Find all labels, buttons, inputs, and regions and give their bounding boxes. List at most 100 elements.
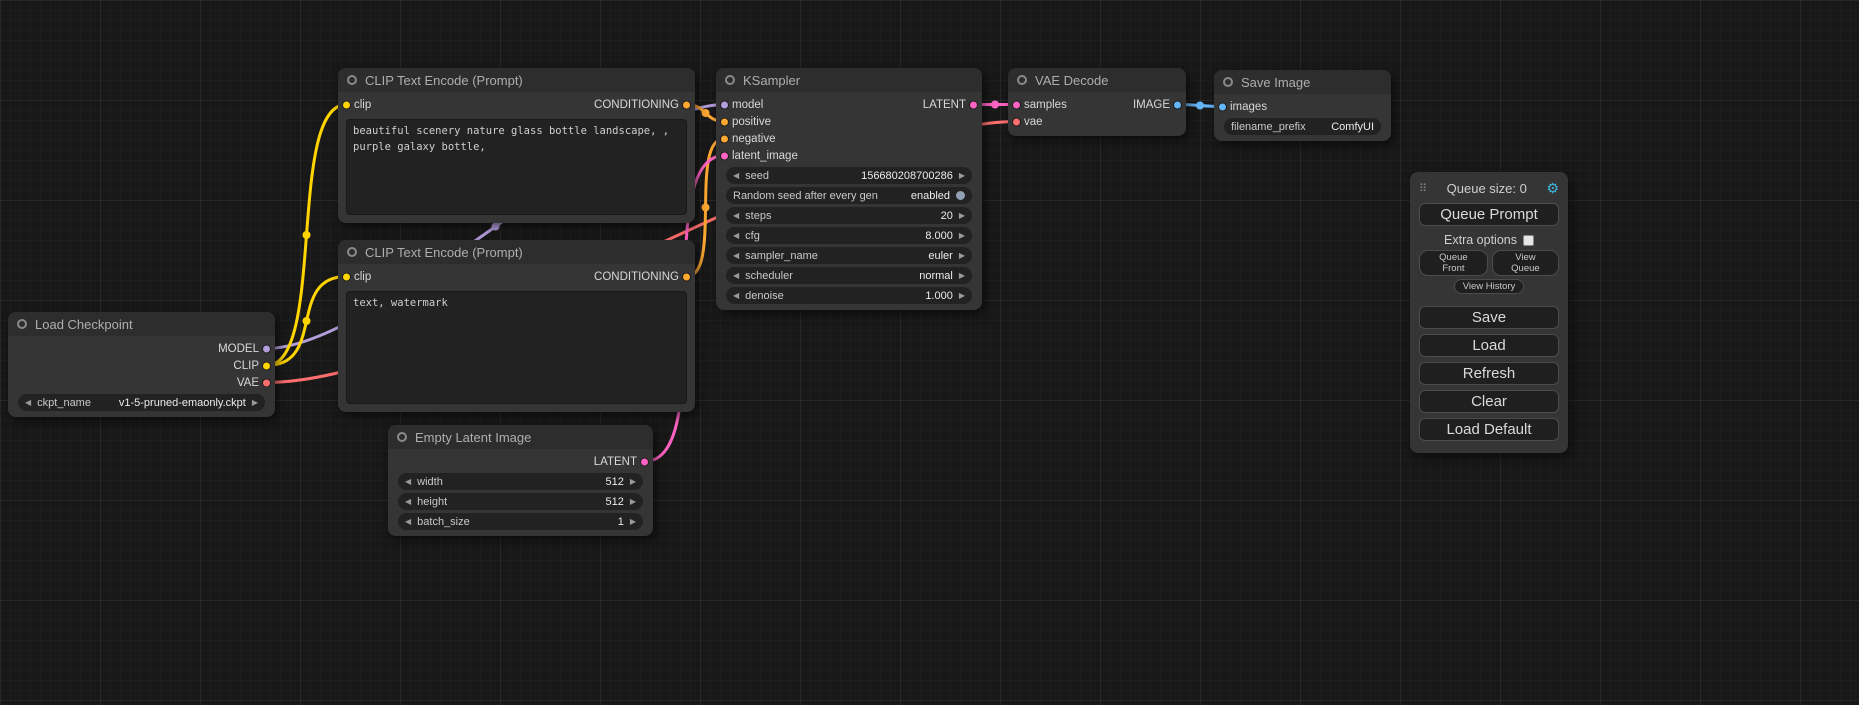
- node-clip-text-encode-positive[interactable]: CLIP Text Encode (Prompt) clip CONDITION…: [338, 68, 695, 223]
- increment-arrow-icon[interactable]: ▶: [630, 478, 636, 486]
- view-queue-button[interactable]: View Queue: [1492, 250, 1559, 276]
- input-port-clip[interactable]: [342, 100, 351, 109]
- node-title: CLIP Text Encode (Prompt): [365, 245, 523, 260]
- collapse-dot-icon[interactable]: [17, 319, 27, 329]
- graph-canvas[interactable]: { "colors": { "model": "#B39DDB", "clip"…: [0, 0, 1859, 705]
- output-port-vae[interactable]: [262, 378, 271, 387]
- node-empty-latent-image[interactable]: Empty Latent Image LATENT ◀ width 512 ▶ …: [388, 425, 653, 536]
- widget-ckpt-name[interactable]: ◀ ckpt_name v1-5-pruned-emaonly.ckpt ▶: [18, 394, 265, 411]
- drag-handle-icon[interactable]: ⠿: [1419, 182, 1427, 195]
- load-button[interactable]: Load: [1419, 334, 1559, 357]
- input-port-model[interactable]: [720, 100, 729, 109]
- output-port-model[interactable]: [262, 344, 271, 353]
- input-port-positive[interactable]: [720, 117, 729, 126]
- decrement-arrow-icon[interactable]: ◀: [405, 498, 411, 506]
- widget-denoise[interactable]: ◀ denoise 1.000 ▶: [726, 287, 972, 304]
- output-port-conditioning[interactable]: [682, 272, 691, 281]
- output-slot-model: MODEL: [8, 340, 275, 357]
- input-port-clip[interactable]: [342, 272, 351, 281]
- collapse-dot-icon[interactable]: [1017, 75, 1027, 85]
- increment-arrow-icon[interactable]: ▶: [959, 232, 965, 240]
- decrement-arrow-icon[interactable]: ◀: [733, 292, 739, 300]
- negative-prompt-textarea[interactable]: text, watermark: [346, 291, 687, 404]
- output-port-latent[interactable]: [969, 100, 978, 109]
- collapse-dot-icon[interactable]: [1223, 77, 1233, 87]
- widget-width[interactable]: ◀ width 512 ▶: [398, 473, 643, 490]
- widget-seed[interactable]: ◀ seed 156680208700286 ▶: [726, 167, 972, 184]
- node-title-bar[interactable]: Empty Latent Image: [388, 425, 653, 449]
- output-slot-latent: LATENT: [388, 453, 653, 470]
- node-title-bar[interactable]: Save Image: [1214, 70, 1391, 94]
- input-port-images[interactable]: [1218, 102, 1227, 111]
- node-title-bar[interactable]: Load Checkpoint: [8, 312, 275, 336]
- increment-arrow-icon[interactable]: ▶: [630, 498, 636, 506]
- refresh-button[interactable]: Refresh: [1419, 362, 1559, 385]
- node-title-bar[interactable]: CLIP Text Encode (Prompt): [338, 240, 695, 264]
- decrement-arrow-icon[interactable]: ◀: [733, 272, 739, 280]
- node-vae-decode[interactable]: VAE Decode samples IMAGE vae: [1008, 68, 1186, 136]
- widget-label: batch_size: [417, 516, 470, 528]
- queue-prompt-button[interactable]: Queue Prompt: [1419, 203, 1559, 226]
- collapse-dot-icon[interactable]: [725, 75, 735, 85]
- widget-steps[interactable]: ◀ steps 20 ▶: [726, 207, 972, 224]
- decrement-arrow-icon[interactable]: ◀: [405, 518, 411, 526]
- output-label-model: MODEL: [218, 343, 259, 355]
- decrement-arrow-icon[interactable]: ◀: [733, 212, 739, 220]
- widget-sampler-name[interactable]: ◀ sampler_name euler ▶: [726, 247, 972, 264]
- node-ksampler[interactable]: KSampler model LATENT positive negative …: [716, 68, 982, 310]
- decrement-arrow-icon[interactable]: ◀: [25, 399, 31, 407]
- output-port-conditioning[interactable]: [682, 100, 691, 109]
- widget-label: seed: [745, 170, 769, 182]
- increment-arrow-icon[interactable]: ▶: [252, 399, 258, 407]
- increment-arrow-icon[interactable]: ▶: [959, 292, 965, 300]
- widget-scheduler[interactable]: ◀ scheduler normal ▶: [726, 267, 972, 284]
- increment-arrow-icon[interactable]: ▶: [959, 252, 965, 260]
- collapse-dot-icon[interactable]: [397, 432, 407, 442]
- input-slot-images: images: [1214, 98, 1391, 115]
- widget-filename-prefix[interactable]: filename_prefix ComfyUI: [1224, 118, 1381, 135]
- input-port-negative[interactable]: [720, 134, 729, 143]
- collapse-dot-icon[interactable]: [347, 247, 357, 257]
- node-title-bar[interactable]: VAE Decode: [1008, 68, 1186, 92]
- node-clip-text-encode-negative[interactable]: CLIP Text Encode (Prompt) clip CONDITION…: [338, 240, 695, 412]
- widget-batch-size[interactable]: ◀ batch_size 1 ▶: [398, 513, 643, 530]
- output-port-latent[interactable]: [640, 457, 649, 466]
- input-port-vae[interactable]: [1012, 117, 1021, 126]
- positive-prompt-textarea[interactable]: beautiful scenery nature glass bottle la…: [346, 119, 687, 215]
- clear-button[interactable]: Clear: [1419, 390, 1559, 413]
- settings-gear-icon[interactable]: ⚙: [1546, 180, 1559, 197]
- decrement-arrow-icon[interactable]: ◀: [405, 478, 411, 486]
- widget-height[interactable]: ◀ height 512 ▶: [398, 493, 643, 510]
- collapse-dot-icon[interactable]: [347, 75, 357, 85]
- decrement-arrow-icon[interactable]: ◀: [733, 172, 739, 180]
- increment-arrow-icon[interactable]: ▶: [959, 212, 965, 220]
- input-port-latent-image[interactable]: [720, 151, 729, 160]
- input-slot-vae: vae: [1008, 113, 1186, 130]
- node-title-bar[interactable]: CLIP Text Encode (Prompt): [338, 68, 695, 92]
- widget-value: normal: [919, 270, 953, 282]
- node-title-bar[interactable]: KSampler: [716, 68, 982, 92]
- increment-arrow-icon[interactable]: ▶: [630, 518, 636, 526]
- output-port-image[interactable]: [1173, 100, 1182, 109]
- widget-cfg[interactable]: ◀ cfg 8.000 ▶: [726, 227, 972, 244]
- input-label-vae: vae: [1024, 116, 1043, 128]
- node-save-image[interactable]: Save Image images filename_prefix ComfyU…: [1214, 70, 1391, 141]
- increment-arrow-icon[interactable]: ▶: [959, 272, 965, 280]
- save-button[interactable]: Save: [1419, 306, 1559, 329]
- widget-random-seed-toggle[interactable]: Random seed after every gen enabled: [726, 187, 972, 204]
- toggle-pip-icon[interactable]: [956, 191, 965, 200]
- output-port-clip[interactable]: [262, 361, 271, 370]
- increment-arrow-icon[interactable]: ▶: [959, 172, 965, 180]
- output-label-clip: CLIP: [233, 360, 259, 372]
- node-load-checkpoint[interactable]: Load Checkpoint MODEL CLIP VAE ◀ ckpt_na…: [8, 312, 275, 417]
- view-history-button[interactable]: View History: [1454, 279, 1525, 294]
- input-port-samples[interactable]: [1012, 100, 1021, 109]
- extra-options-checkbox[interactable]: [1523, 235, 1534, 246]
- queue-front-button[interactable]: Queue Front: [1419, 250, 1488, 276]
- decrement-arrow-icon[interactable]: ◀: [733, 252, 739, 260]
- load-default-button[interactable]: Load Default: [1419, 418, 1559, 441]
- decrement-arrow-icon[interactable]: ◀: [733, 232, 739, 240]
- widget-label: denoise: [745, 290, 784, 302]
- link-clip-to-positive-encode: [267, 105, 347, 366]
- link-dot-clip-positive: [303, 231, 311, 239]
